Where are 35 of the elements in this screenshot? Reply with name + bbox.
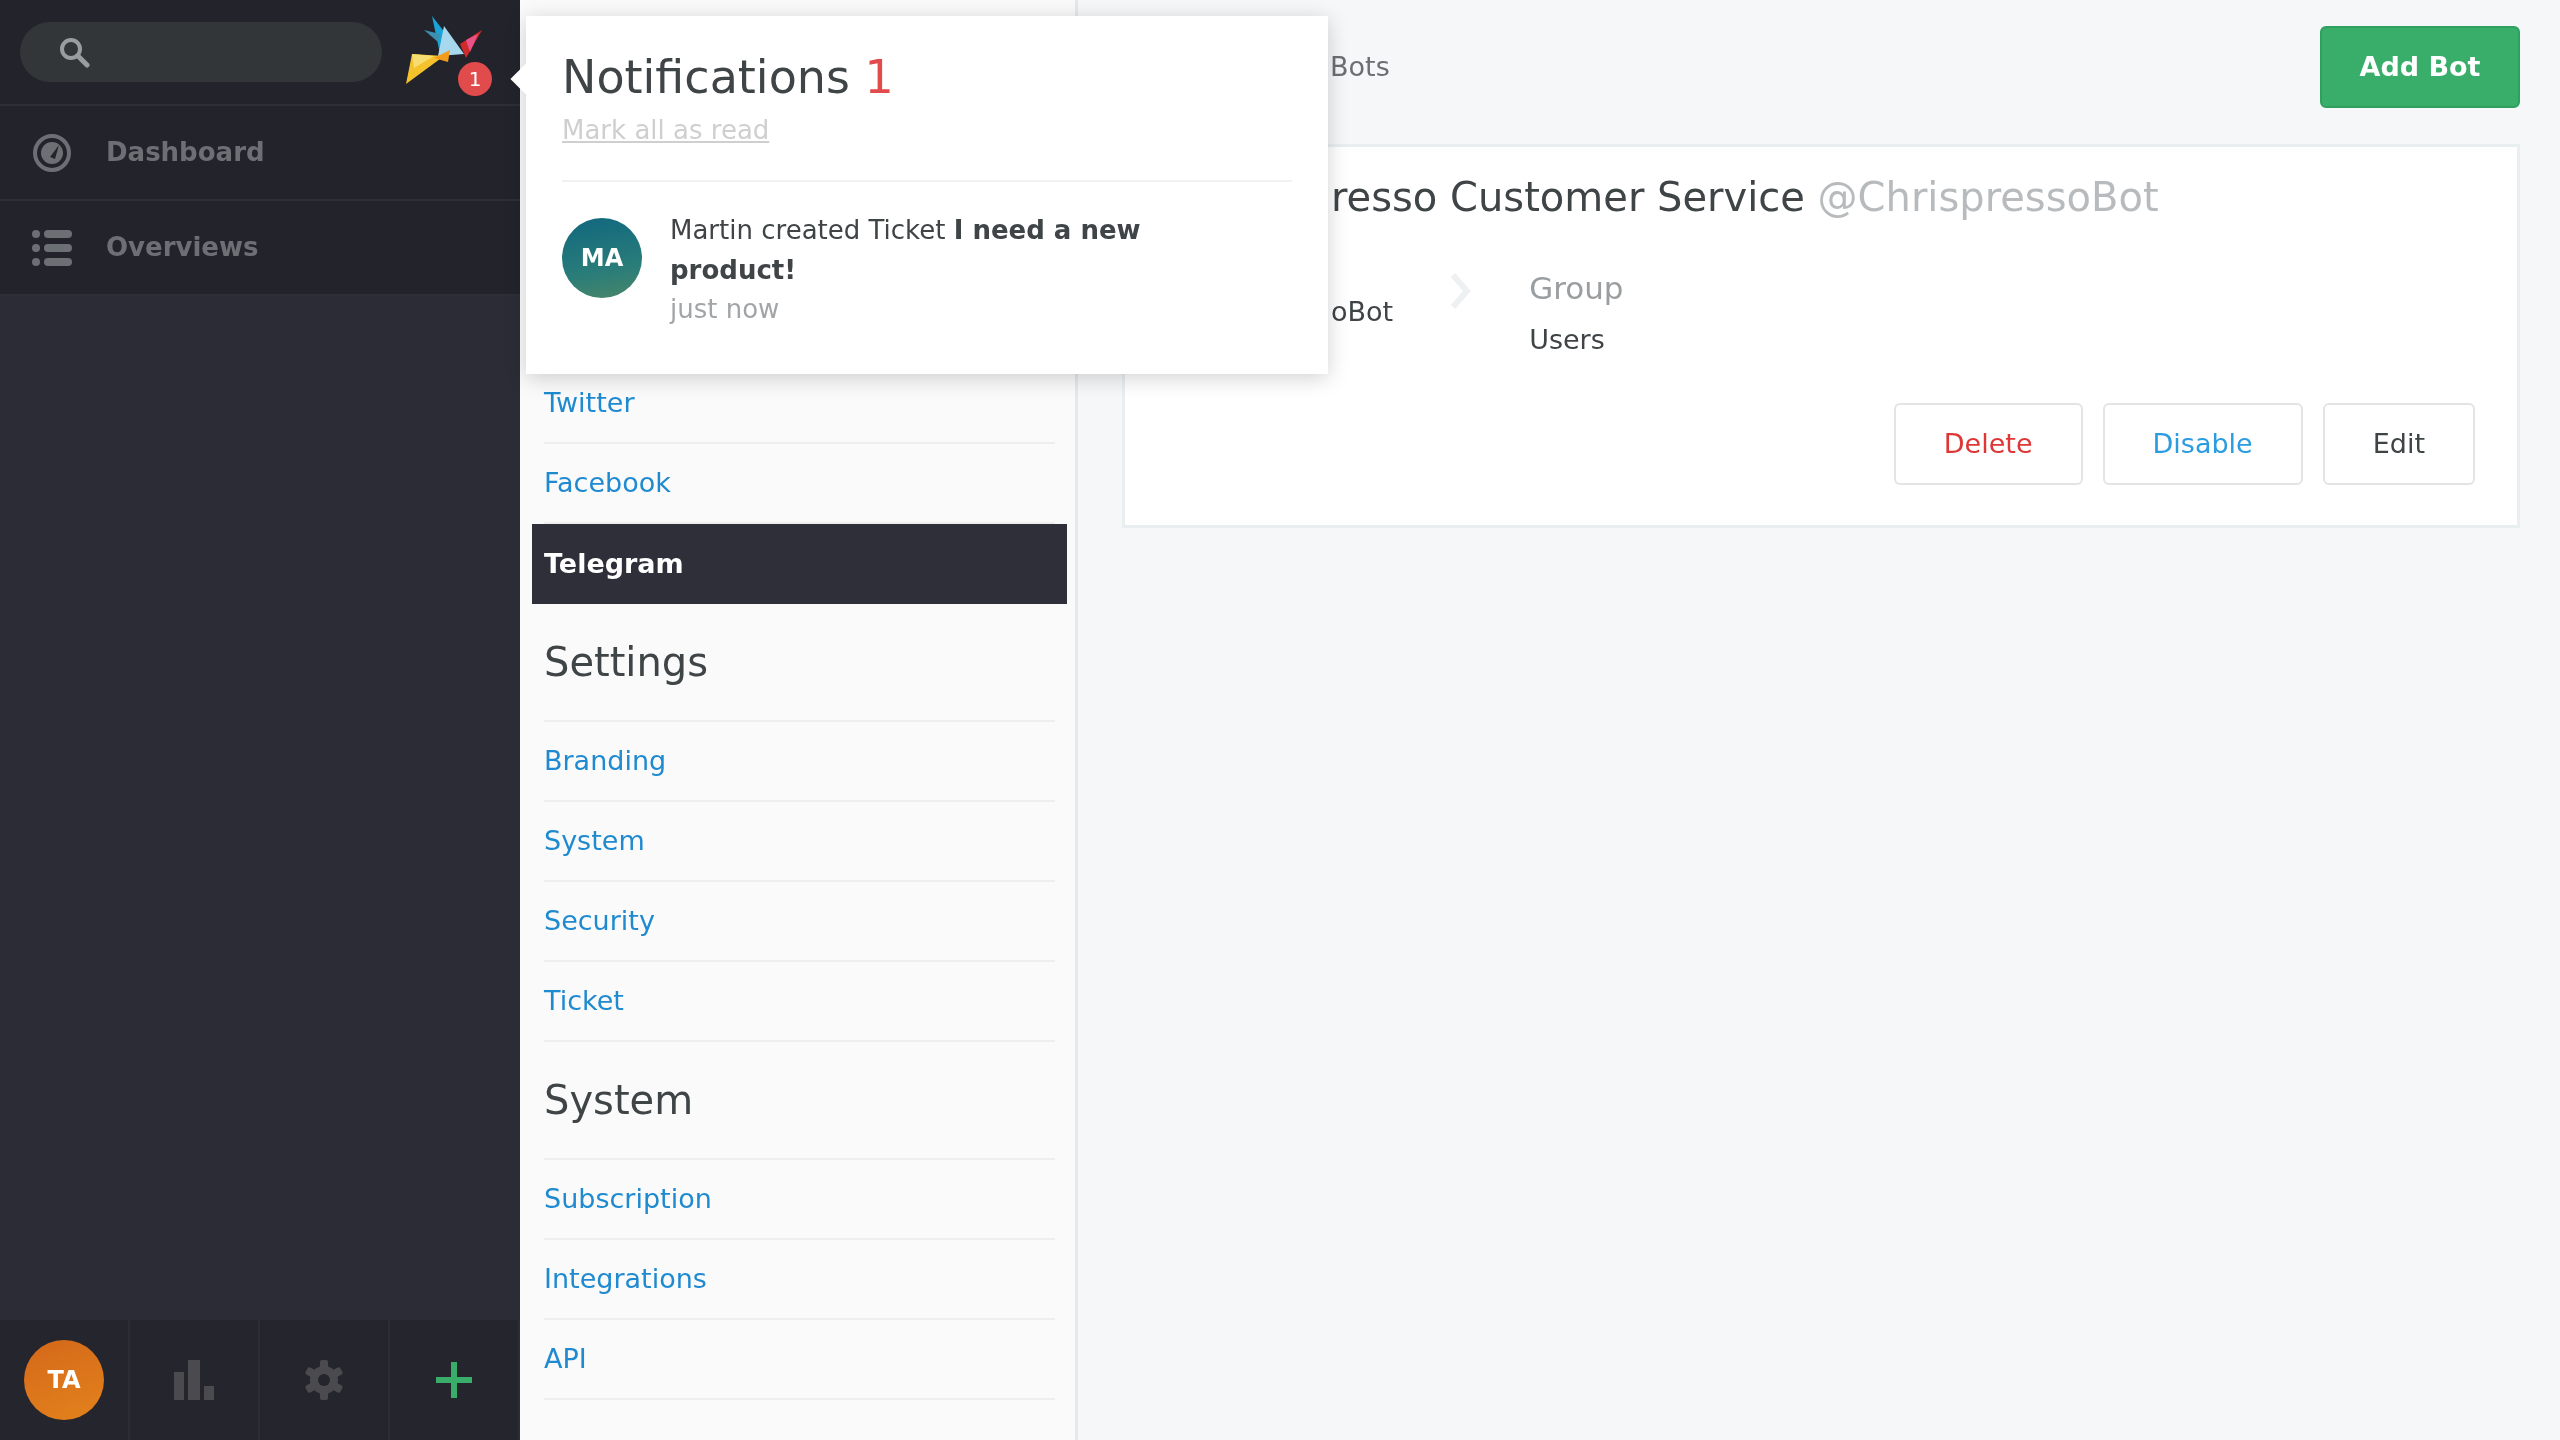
bot-value: oBot xyxy=(1331,295,1394,330)
popup-title: Notifications xyxy=(562,50,850,104)
bar-chart-icon[interactable] xyxy=(174,1360,214,1400)
admin-nav-item[interactable]: Branding xyxy=(544,722,1055,802)
gauge-icon xyxy=(32,132,72,173)
settings-icon[interactable] xyxy=(304,1360,344,1400)
user-avatar: MA xyxy=(562,218,642,299)
notification-badge: 1 xyxy=(458,62,492,96)
admin-nav-item[interactable]: API xyxy=(544,1320,1055,1400)
user-avatar[interactable]: TA xyxy=(24,1340,104,1420)
search-icon xyxy=(58,36,90,68)
bot-name: resso Customer Service xyxy=(1331,174,1805,220)
group-value: Users xyxy=(1529,322,1606,357)
breadcrumb: Bots xyxy=(1329,49,1390,84)
add-bot-button[interactable]: Add Bot xyxy=(2320,26,2520,108)
bot-action-button[interactable]: Edit xyxy=(2322,403,2475,485)
admin-nav-item[interactable]: Ticket xyxy=(544,962,1055,1042)
admin-nav-item[interactable]: Security xyxy=(544,882,1055,962)
list-icon xyxy=(32,229,72,266)
group-label: Group xyxy=(1529,269,1624,308)
sidebar-nav-item[interactable]: Dashboard xyxy=(0,106,520,201)
notification-time: just now xyxy=(670,293,781,327)
bot-username: @ChrispressoBot xyxy=(1817,174,2159,220)
admin-nav-item[interactable]: Telegram xyxy=(532,524,1067,604)
admin-nav-item[interactable]: Integrations xyxy=(544,1240,1055,1320)
sidebar-nav-item[interactable]: Overviews xyxy=(0,201,520,296)
plus-icon[interactable] xyxy=(436,1362,472,1398)
notification-text: Martin created Ticket I need a new product! xyxy=(670,214,1142,288)
section-heading: System xyxy=(543,1076,695,1125)
bot-action-button[interactable]: Delete xyxy=(1893,403,2083,485)
section-heading: Settings xyxy=(543,638,710,687)
notification-count: 1 xyxy=(864,50,894,104)
admin-nav-item[interactable]: Subscription xyxy=(544,1160,1055,1240)
bot-action-button[interactable]: Disable xyxy=(2102,403,2303,485)
admin-nav-item[interactable]: System xyxy=(544,802,1055,882)
